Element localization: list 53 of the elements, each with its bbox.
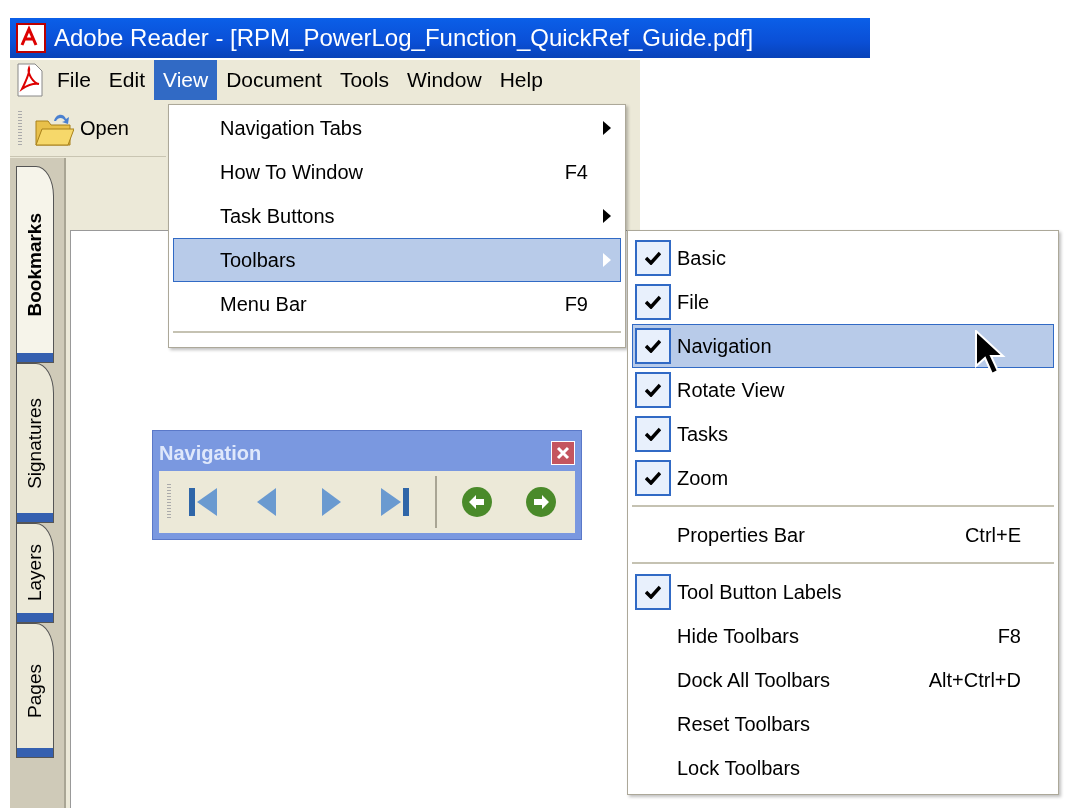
menu-item[interactable]: Help [490, 60, 552, 100]
submenu-arrow-icon [603, 253, 612, 267]
menu-item[interactable]: Task Buttons [173, 194, 621, 238]
right-triangle-icon [320, 487, 342, 517]
checkmark-icon [645, 295, 661, 309]
side-tab[interactable]: Bookmarks [16, 166, 54, 363]
submenu-arrow-icon [603, 209, 612, 223]
left-triangle-icon [256, 487, 278, 517]
menu-item[interactable]: View [154, 60, 218, 100]
pdf-icon [16, 63, 44, 97]
close-icon [556, 446, 570, 460]
left-arrow-circle-icon [461, 486, 493, 518]
checkmark-icon [645, 427, 661, 441]
first-page-icon [187, 486, 219, 518]
checkmark-icon [645, 339, 661, 353]
close-button[interactable] [551, 441, 575, 465]
submenu-arrow-icon [603, 121, 612, 135]
checkmark-icon [645, 585, 661, 599]
menu-item[interactable]: Reset Toolbars [632, 702, 1054, 746]
menu-item[interactable]: Zoom [632, 456, 1054, 500]
menu-item[interactable]: Lock Toolbars [632, 746, 1054, 790]
menu-item[interactable]: Tools [330, 60, 398, 100]
menu-item[interactable]: Window [397, 60, 491, 100]
menu-item[interactable]: File [632, 280, 1054, 324]
checkmark-icon [645, 383, 661, 397]
menu-item[interactable]: File [48, 60, 100, 100]
menu-item[interactable]: Toolbars [173, 238, 621, 282]
menu-item[interactable]: Tasks [632, 412, 1054, 456]
menu-item[interactable]: Basic [632, 236, 1054, 280]
checkmark-icon [645, 251, 661, 265]
menu-item[interactable]: How To Window F4 [173, 150, 621, 194]
menu-item[interactable]: Rotate View [632, 368, 1054, 412]
menu-item[interactable]: Edit [99, 60, 155, 100]
menu-item[interactable]: Navigation [632, 324, 1054, 368]
toolbar-grip[interactable] [18, 110, 22, 147]
right-arrow-circle-icon [525, 486, 557, 518]
menu-item[interactable]: Navigation Tabs [173, 106, 621, 150]
toolbar-grip[interactable] [167, 484, 171, 520]
toolbar-title: Navigation [159, 441, 262, 465]
menu-item[interactable]: Menu Bar F9 [173, 282, 621, 326]
window-title: Adobe Reader - [RPM_PowerLog_Function_QuickRef_Guide.pdf] [54, 24, 754, 52]
checkmark-icon [645, 471, 661, 485]
open-button[interactable]: Open [30, 106, 133, 151]
menu-item[interactable]: Hide Toolbars F8 [632, 614, 1054, 658]
menu-item[interactable]: Dock All Toolbars Alt+Ctrl+D [632, 658, 1054, 702]
side-tab[interactable]: Layers [16, 523, 54, 623]
last-page-icon [379, 486, 411, 518]
menu-item[interactable]: Tool Button Labels [632, 570, 1054, 614]
menu-item[interactable]: Document [217, 60, 331, 100]
menu-item[interactable]: Properties Bar Ctrl+E [632, 513, 1054, 557]
side-tab[interactable]: Signatures [16, 363, 54, 523]
app-icon [16, 23, 46, 53]
side-tab[interactable]: Pages [16, 623, 54, 758]
